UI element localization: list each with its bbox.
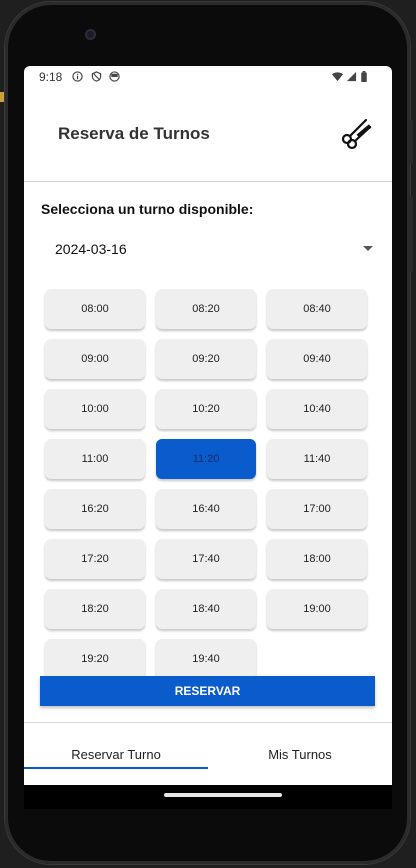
time-slot-button[interactable]: 18:20 [45, 589, 145, 629]
volume-button [409, 196, 413, 272]
time-slot-button[interactable]: 10:20 [156, 389, 256, 429]
power-button [409, 120, 413, 164]
time-slot-button[interactable]: 17:20 [45, 539, 145, 579]
info-icon [72, 71, 83, 82]
status-bar: 9:18 [24, 66, 392, 88]
date-dropdown[interactable]: 2024-03-16 [41, 232, 375, 268]
app-screen: 9:18 Reserva de Turnos Selecciona un tur… [24, 66, 392, 785]
data-saver-icon [109, 71, 120, 82]
time-slot-button[interactable]: 18:40 [156, 589, 256, 629]
time-slot-button[interactable]: 08:20 [156, 289, 256, 329]
time-slot-button[interactable]: 19:20 [45, 639, 145, 679]
time-slot-button[interactable]: 10:40 [267, 389, 367, 429]
time-slot-button[interactable]: 08:00 [45, 289, 145, 329]
time-slot-button[interactable]: 11:40 [267, 439, 367, 479]
front-camera [85, 29, 96, 40]
window-edge-marker [0, 92, 4, 102]
time-slot-button[interactable]: 18:00 [267, 539, 367, 579]
tab-label: Mis Turnos [268, 746, 332, 762]
active-tab-indicator [24, 767, 208, 769]
time-slot-button[interactable]: 09:40 [267, 339, 367, 379]
bottom-navigation: Reservar Turno Mis Turnos [24, 722, 392, 785]
selected-date: 2024-03-16 [55, 241, 127, 257]
booking-prompt: Selecciona un turno disponible: [41, 201, 254, 217]
time-slot-button[interactable]: 11:20 [156, 439, 256, 479]
time-slot-button[interactable]: 09:00 [45, 339, 145, 379]
status-time: 9:18 [39, 70, 63, 84]
time-slot-button[interactable]: 16:20 [45, 489, 145, 529]
time-slot-button[interactable]: 19:40 [156, 639, 256, 679]
wifi-icon [332, 72, 343, 82]
app-title: Reserva de Turnos [58, 124, 210, 143]
battery-icon [361, 71, 367, 82]
home-gesture-pill[interactable] [164, 793, 282, 797]
time-slot-button[interactable]: 17:40 [156, 539, 256, 579]
tab-reservar-turno[interactable]: Reservar Turno [24, 723, 208, 785]
time-slot-button[interactable]: 08:40 [267, 289, 367, 329]
tab-mis-turnos[interactable]: Mis Turnos [208, 723, 392, 785]
signal-icon [346, 71, 357, 82]
time-slot-button[interactable]: 19:00 [267, 589, 367, 629]
time-slot-button[interactable]: 17:00 [267, 489, 367, 529]
time-slot-button[interactable]: 16:40 [156, 489, 256, 529]
system-navigation-bar [24, 785, 392, 809]
shield-icon [91, 71, 102, 82]
tab-label: Reservar Turno [71, 746, 161, 762]
time-slot-button[interactable]: 11:00 [45, 439, 145, 479]
reserve-button[interactable]: RESERVAR [40, 676, 375, 706]
time-slot-button[interactable]: 09:20 [156, 339, 256, 379]
app-bar: Reserva de Turnos [24, 88, 392, 182]
chevron-down-icon [363, 246, 373, 251]
time-slot-button[interactable]: 10:00 [45, 389, 145, 429]
scissors-comb-icon [341, 118, 372, 150]
